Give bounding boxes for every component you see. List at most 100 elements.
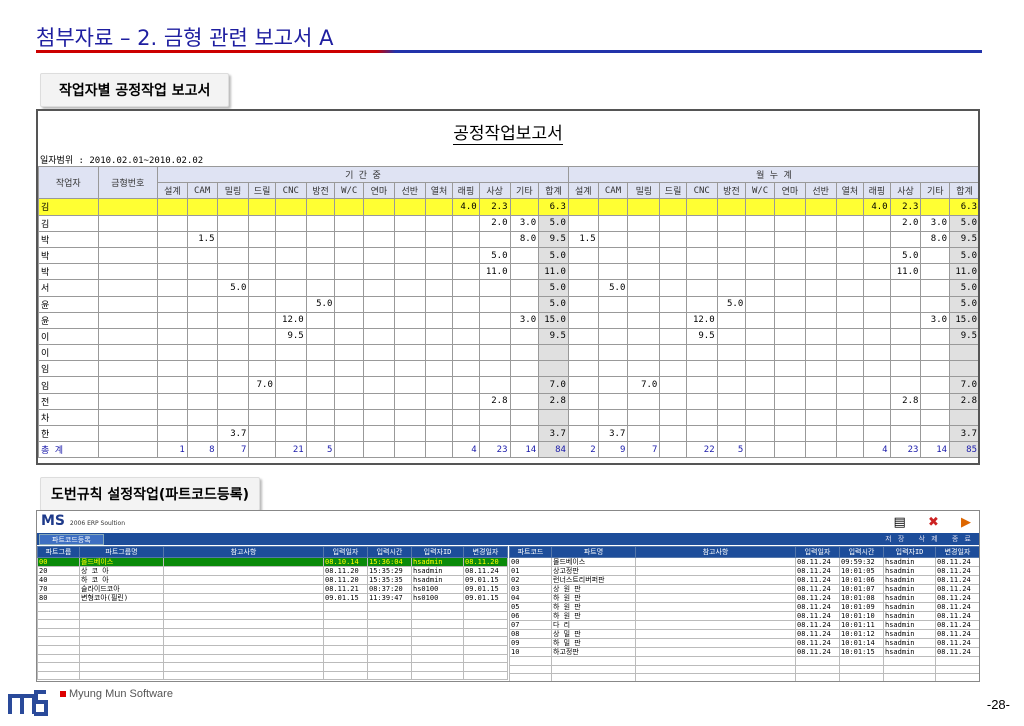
grid-cell[interactable]: 08.11.24 — [795, 557, 840, 567]
tab-partcode[interactable]: 파트코드등록 — [39, 534, 104, 545]
grid-cell[interactable]: 09 — [509, 638, 552, 648]
grid-cell[interactable]: 상 원 판 — [551, 584, 636, 594]
grid-cell[interactable] — [839, 664, 884, 675]
grid-cell[interactable] — [163, 627, 324, 638]
grid-cell[interactable]: 09.01.15 — [463, 575, 508, 585]
grid-cell[interactable] — [635, 673, 796, 681]
grid-cell[interactable]: hsadmin — [883, 620, 936, 630]
table-row[interactable]: 박 1.5 8.0 9.5 1.5 8.0 9.5 — [38, 230, 978, 248]
grid-row[interactable]: 02 런너스트리버퍼판 08.11.24 10:01:06 hsadmin 08.11.2… — [509, 575, 979, 585]
grid-cell[interactable] — [367, 653, 412, 664]
grid-cell[interactable]: 10:01:05 — [839, 566, 884, 576]
grid-cell[interactable] — [463, 653, 508, 664]
grid-cell[interactable]: hsadmin — [883, 557, 936, 567]
grid-cell[interactable]: 08.11.24 — [463, 566, 508, 576]
grid-cell[interactable] — [411, 670, 464, 681]
grid-cell[interactable]: 10:01:10 — [839, 611, 884, 621]
grid-cell[interactable]: 10:01:08 — [839, 593, 884, 603]
grid-cell[interactable]: 00 — [37, 557, 80, 567]
grid-cell[interactable]: 70 — [37, 584, 80, 594]
grid-cell[interactable]: 05 — [509, 602, 552, 612]
table-row[interactable]: 임 7.0 7.0 7.0 7.0 — [38, 376, 978, 394]
part-group-grid[interactable]: 파트그룹 파트그룹명 참고사항 입력일자 입력시간 입력자ID 변경일자 00 몰드베이스 08.… — [37, 546, 508, 681]
grid-header[interactable]: 입력일자 — [323, 546, 368, 558]
grid-cell[interactable] — [37, 619, 80, 629]
grid-row[interactable] — [37, 653, 508, 664]
grid-row[interactable] — [37, 644, 508, 655]
grid-cell[interactable] — [463, 627, 508, 638]
grid-cell[interactable]: 15:36:04 — [367, 557, 412, 567]
table-row[interactable]: 서 5.0 5.0 5.0 5.0 — [38, 279, 978, 297]
grid-cell[interactable]: hsadmin — [883, 611, 936, 621]
grid-cell[interactable]: 10:01:06 — [839, 575, 884, 585]
grid-cell[interactable] — [323, 627, 368, 638]
grid-cell[interactable]: 08.11.24 — [795, 647, 840, 657]
grid-cell[interactable] — [37, 644, 80, 655]
grid-cell[interactable] — [163, 619, 324, 629]
table-row[interactable]: 임 — [38, 360, 978, 378]
grid-cell[interactable] — [323, 636, 368, 646]
grid-cell[interactable]: 상 코 아 — [79, 566, 164, 576]
grid-cell[interactable] — [935, 656, 979, 666]
grid-cell[interactable] — [367, 662, 412, 672]
table-row[interactable]: 한 3.7 3.7 3.7 3.7 — [38, 424, 978, 443]
grid-header[interactable]: 입력시간 — [839, 546, 884, 558]
grid-cell[interactable] — [323, 670, 368, 681]
grid-row[interactable]: 09 하 밀 판 08.11.24 10:01:14 hsadmin 08.11.24 — [509, 638, 979, 648]
grid-row[interactable] — [37, 636, 508, 646]
grid-cell[interactable]: 08.11.24 — [935, 602, 979, 612]
grid-cell[interactable]: 20 — [37, 566, 80, 576]
grid-cell[interactable] — [463, 662, 508, 672]
grid-cell[interactable] — [839, 673, 884, 681]
grid-cell[interactable] — [37, 610, 80, 621]
grid-cell[interactable] — [795, 673, 840, 681]
grid-cell[interactable] — [37, 662, 80, 672]
grid-cell[interactable]: hsadmin — [883, 575, 936, 585]
grid-row[interactable]: 00 몰드베이스 08.11.24 09:59:32 hsadmin 08.11.24 — [509, 557, 979, 567]
grid-cell[interactable] — [367, 627, 412, 638]
grid-row[interactable]: 07 다 리 08.11.24 10:01:11 hsadmin 08.11.24 — [509, 620, 979, 630]
grid-cell[interactable]: 하고정판 — [551, 647, 636, 657]
grid-cell[interactable] — [163, 566, 324, 576]
grid-cell[interactable] — [79, 662, 164, 672]
grid-cell[interactable]: 80 — [37, 593, 80, 603]
grid-cell[interactable]: 08.11.20 — [323, 566, 368, 576]
grid-cell[interactable] — [411, 644, 464, 655]
grid-cell[interactable]: hsadmin — [883, 584, 936, 594]
grid-cell[interactable] — [411, 662, 464, 672]
grid-cell[interactable] — [509, 656, 552, 666]
grid-row[interactable]: 00 몰드베이스 08.10.14 15:36:04 hsadmin 08.11.20 — [37, 557, 508, 567]
grid-cell[interactable]: 08.11.24 — [795, 593, 840, 603]
grid-cell[interactable]: 08 — [509, 629, 552, 639]
grid-cell[interactable] — [635, 638, 796, 648]
table-row[interactable]: 윤 12.0 3.0 15.0 12.0 3.0 15.0 — [38, 311, 978, 329]
table-row[interactable]: 김 4.0 2.3 6.3 4.0 2.3 6.3 — [38, 198, 978, 216]
grid-cell[interactable] — [163, 653, 324, 664]
grid-cell[interactable]: 10 — [509, 647, 552, 657]
grid-cell[interactable]: 08.10.14 — [323, 557, 368, 567]
grid-cell[interactable] — [883, 673, 936, 681]
grid-cell[interactable] — [463, 602, 508, 612]
grid-cell[interactable] — [551, 656, 636, 666]
grid-cell[interactable]: 08.11.24 — [795, 584, 840, 594]
table-row[interactable]: 총 계 1 8 7 21 5 4 23 14 84 2 9 7 22 5 4 23 14 85 — [38, 441, 978, 459]
grid-cell[interactable]: 변형코아(필린) — [79, 593, 164, 603]
grid-cell[interactable] — [37, 602, 80, 612]
grid-cell[interactable] — [635, 620, 796, 630]
grid-cell[interactable] — [163, 575, 324, 585]
grid-cell[interactable] — [163, 557, 324, 567]
grid-cell[interactable]: 10:01:07 — [839, 584, 884, 594]
grid-row[interactable] — [37, 602, 508, 612]
grid-row[interactable]: 80 변형코아(필린) 09.01.15 11:39:47 hs0100 09.01.15 — [37, 593, 508, 603]
grid-cell[interactable] — [79, 670, 164, 681]
grid-cell[interactable]: 03 — [509, 584, 552, 594]
grid-cell[interactable] — [163, 610, 324, 621]
grid-cell[interactable]: 10:01:09 — [839, 602, 884, 612]
grid-cell[interactable] — [635, 602, 796, 612]
grid-cell[interactable] — [635, 664, 796, 675]
grid-cell[interactable]: hsadmin — [883, 593, 936, 603]
grid-cell[interactable] — [551, 673, 636, 681]
grid-header[interactable]: 참고사항 — [163, 546, 324, 558]
grid-row[interactable] — [37, 662, 508, 672]
exit-button[interactable]: 종 료 — [952, 535, 973, 543]
